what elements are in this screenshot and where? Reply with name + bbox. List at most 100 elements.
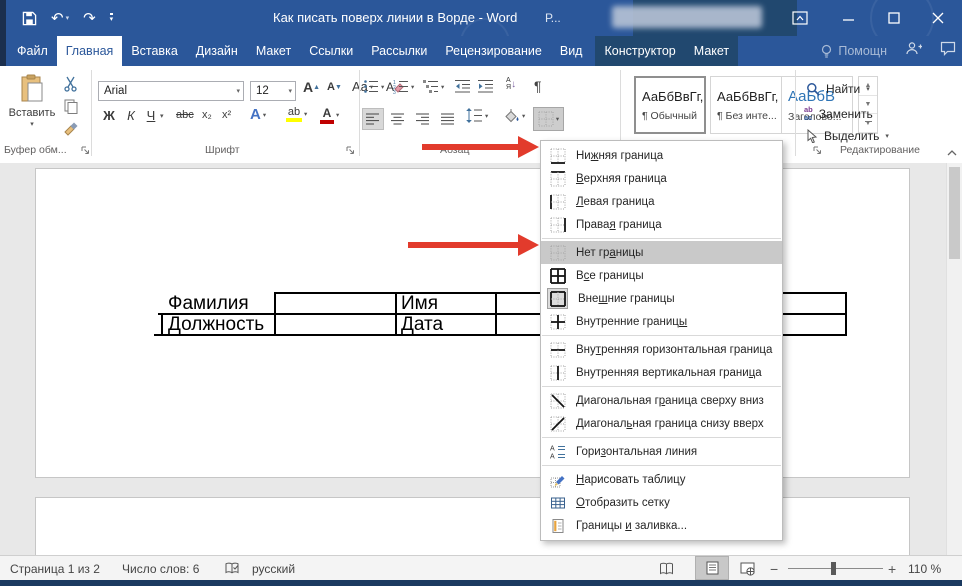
table-cell-text[interactable]: Имя: [401, 293, 438, 315]
tab-макет[interactable]: Макет: [247, 36, 300, 66]
replace-button[interactable]: ab ac Заменить: [804, 106, 873, 121]
shrink-font-button[interactable]: A▼: [327, 81, 342, 93]
numbering-button[interactable]: 123▾: [393, 79, 414, 94]
user-account-label[interactable]: Р...: [545, 11, 561, 25]
subscript-button[interactable]: x₂: [202, 109, 212, 121]
table-cell-text[interactable]: Дата: [401, 314, 443, 336]
style-card[interactable]: АаБбВвГг,¶ Обычный: [634, 76, 706, 134]
underline-button[interactable]: Ч: [144, 108, 158, 123]
web-layout-button[interactable]: [740, 556, 755, 581]
page-indicator[interactable]: Страница 1 из 2: [10, 556, 100, 581]
bullets-button[interactable]: ▾: [363, 79, 384, 94]
align-right-button[interactable]: [412, 108, 434, 130]
align-center-button[interactable]: [387, 108, 409, 130]
menu-item-border-all[interactable]: Все границы: [541, 264, 782, 287]
scrollbar-thumb[interactable]: [949, 167, 960, 259]
share-contact-icon[interactable]: [905, 41, 922, 61]
find-button[interactable]: Найти▾: [806, 82, 870, 96]
find-dropdown-caret[interactable]: ▾: [866, 85, 870, 93]
menu-item-borders-shading[interactable]: Границы и заливка...: [541, 514, 782, 537]
justify-button[interactable]: [437, 108, 459, 130]
menu-item-border-inside-horizontal[interactable]: Внутренняя горизонтальная граница: [541, 338, 782, 361]
collapse-ribbon-button[interactable]: [946, 144, 958, 162]
save-button[interactable]: [22, 11, 37, 26]
strikethrough-button[interactable]: abc: [176, 109, 194, 121]
editing-dialog-launcher[interactable]: [812, 143, 824, 155]
cut-button[interactable]: [63, 76, 79, 92]
menu-item-border-left[interactable]: Левая граница: [541, 190, 782, 213]
font-color-button[interactable]: А▾: [320, 106, 339, 124]
undo-dropdown-caret[interactable]: ▾: [66, 15, 70, 22]
menu-item-border-diagonal-up[interactable]: Диагональная граница снизу вверх: [541, 412, 782, 435]
increase-indent-button[interactable]: [478, 79, 494, 94]
menu-item-border-right[interactable]: Правая граница: [541, 213, 782, 236]
table-cell-text[interactable]: Фамилия: [168, 293, 249, 315]
comments-icon[interactable]: [940, 41, 956, 61]
italic-button[interactable]: К: [122, 108, 140, 123]
highlight-color-button[interactable]: ab▾: [286, 106, 307, 122]
tab-файл[interactable]: Файл: [8, 36, 57, 66]
ribbon-display-options-button[interactable]: [786, 0, 814, 36]
select-button[interactable]: Выделить▾: [806, 129, 889, 143]
tab-вид[interactable]: Вид: [551, 36, 592, 66]
zoom-out-button[interactable]: −: [770, 556, 778, 581]
menu-item-border-inside[interactable]: Внутренние границы: [541, 310, 782, 333]
tab-рецензирование[interactable]: Рецензирование: [436, 36, 551, 66]
zoom-slider-thumb[interactable]: [831, 562, 836, 575]
maximize-button[interactable]: [880, 0, 908, 36]
font-name-combo[interactable]: Arial▾: [98, 81, 244, 101]
language-indicator[interactable]: русский: [252, 556, 295, 581]
menu-item-horizontal-line[interactable]: ААГоризонтальная линия: [541, 440, 782, 463]
tab-макет[interactable]: Макет: [685, 36, 738, 66]
tab-дизайн[interactable]: Дизайн: [187, 36, 247, 66]
tab-вставка[interactable]: Вставка: [122, 36, 186, 66]
text-effects-button[interactable]: А▾: [250, 106, 266, 123]
vertical-scrollbar[interactable]: [946, 163, 962, 555]
font-size-combo[interactable]: 12▾: [250, 81, 296, 101]
tab-рассылки[interactable]: Рассылки: [362, 36, 436, 66]
redo-button[interactable]: ↷: [83, 11, 96, 26]
show-paragraph-marks-button[interactable]: ¶: [534, 78, 542, 94]
font-dialog-launcher[interactable]: [345, 143, 357, 155]
menu-item-draw-table[interactable]: Нарисовать таблицу: [541, 468, 782, 491]
bold-button[interactable]: Ж: [100, 108, 118, 123]
select-dropdown-caret[interactable]: ▾: [885, 132, 889, 140]
customize-qat-button[interactable]: ▾: [110, 13, 114, 23]
style-card[interactable]: АаБбВвГг,¶ Без инте...: [710, 76, 782, 134]
tab-ссылки[interactable]: Ссылки: [300, 36, 362, 66]
copy-button[interactable]: [63, 98, 79, 114]
line-spacing-button[interactable]: ▾: [466, 108, 488, 123]
menu-item-border-inside-vertical[interactable]: Внутренняя вертикальная граница: [541, 361, 782, 384]
shading-button[interactable]: ▾: [502, 108, 525, 124]
decrease-indent-button[interactable]: [455, 79, 471, 94]
zoom-level[interactable]: 110 %: [908, 556, 941, 581]
undo-button[interactable]: ↶▾: [51, 11, 69, 26]
proofing-status-icon[interactable]: [224, 556, 240, 581]
read-mode-button[interactable]: [658, 556, 675, 581]
menu-item-border-outside[interactable]: Внешние границы: [541, 287, 782, 310]
multilevel-list-button[interactable]: ▾: [423, 79, 444, 94]
grow-font-button[interactable]: A▲: [303, 79, 320, 95]
menu-item-border-diagonal-down[interactable]: Диагональная граница сверху вниз: [541, 389, 782, 412]
align-left-button[interactable]: [362, 108, 384, 130]
print-layout-button[interactable]: [695, 556, 729, 580]
tell-me-assistant[interactable]: Помощн: [820, 44, 887, 59]
menu-item-border-none[interactable]: Нет границы: [541, 241, 782, 264]
format-painter-button[interactable]: [63, 120, 79, 136]
minimize-button[interactable]: [835, 0, 863, 36]
menu-item-border-top[interactable]: Верхняя граница: [541, 167, 782, 190]
menu-item-border-bottom[interactable]: Нижняя граница: [541, 144, 782, 167]
zoom-in-button[interactable]: +: [888, 556, 896, 581]
superscript-button[interactable]: x²: [222, 109, 231, 121]
close-button[interactable]: [924, 0, 952, 36]
tab-конструктор[interactable]: Конструктор: [595, 36, 684, 66]
underline-dropdown-caret[interactable]: ▾: [160, 112, 164, 120]
word-count[interactable]: Число слов: 6: [122, 556, 199, 581]
table-cell-text[interactable]: Должность: [168, 314, 264, 336]
borders-button[interactable]: ▾: [533, 107, 564, 131]
tab-главная[interactable]: Главная: [57, 36, 123, 66]
paste-dropdown-caret[interactable]: ▾: [30, 120, 34, 128]
menu-item-view-gridlines[interactable]: Отобразить сетку: [541, 491, 782, 514]
sort-button[interactable]: АЯ↓: [506, 77, 516, 91]
paste-button[interactable]: Вставить ▾: [6, 74, 58, 140]
